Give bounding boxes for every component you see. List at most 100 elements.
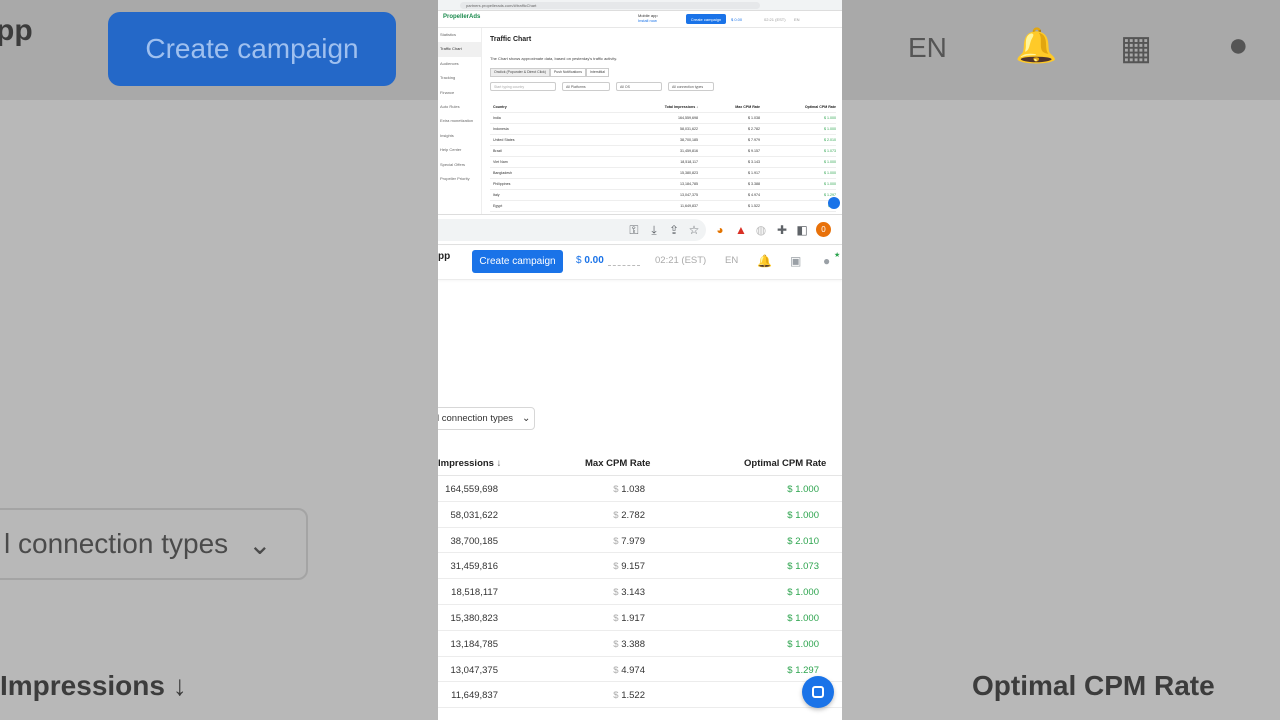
extension-shield-icon[interactable]: ◍ xyxy=(753,222,769,238)
table-header: Impressions ↓ Max CPM Rate Optimal CPM R… xyxy=(438,455,842,476)
install-icon[interactable]: ⤓ xyxy=(646,222,662,238)
mini-lang[interactable]: EN xyxy=(794,17,800,22)
cell-impressions: 15,380,823 xyxy=(450,612,498,624)
cell-max: $ 3.143 xyxy=(613,587,645,599)
cell-impressions: 11,649,837 xyxy=(451,690,498,702)
acrobat-icon[interactable]: ▲ xyxy=(733,222,749,238)
mini-sidebar-item[interactable]: Special Offers xyxy=(438,158,481,172)
cell-impressions: 18,518,117 xyxy=(451,587,498,599)
mini-connection-select[interactable]: All connection types xyxy=(668,82,714,91)
cell-max: $ 1.522 xyxy=(613,690,645,702)
side-panel-icon[interactable]: ◧ xyxy=(794,222,810,238)
mini-col-impressions[interactable]: Total Impressions ↓ xyxy=(610,105,698,109)
mini-table-row: Italy 13,047,375 $ 4.974 $ 1.297 xyxy=(490,190,836,201)
puzzle-icon[interactable]: ✚ xyxy=(774,222,790,238)
key-icon[interactable]: ⚿ xyxy=(626,222,642,238)
extension-icon[interactable]: ◕ xyxy=(712,222,728,238)
create-campaign-button[interactable]: Create campaign xyxy=(472,250,563,273)
clock: 02:21 (EST) xyxy=(655,255,707,266)
chat-icon xyxy=(812,686,824,698)
mini-table-row: Egypt 11,649,837 $ 1.522$ 1.0 xyxy=(490,201,836,212)
browser-toolbar: ⚿ ⤓ ⇪ ☆ ◕ ▲ ◍ ✚ ◧ 0 xyxy=(438,215,842,245)
mini-sidebar-item[interactable]: Audiences xyxy=(438,57,481,71)
mini-cell-impressions: 58,031,622 xyxy=(680,127,698,131)
connection-types-label: l connection types xyxy=(438,413,514,424)
mini-sidebar-item[interactable]: Statistics xyxy=(438,28,481,42)
mini-cell-optimal: $ 1.073 xyxy=(824,149,836,153)
mini-cell-country: Brazil xyxy=(493,149,502,153)
data-table: 164,559,698 $ 1.038 $ 1.000 58,031,622 $ 2.… xyxy=(438,476,842,709)
cell-optimal: $ 1.073 xyxy=(787,561,819,573)
mini-cell-max: $ 1.917 xyxy=(748,171,760,175)
user-icon[interactable]: ● xyxy=(823,254,830,268)
cell-impressions: 58,031,622 xyxy=(450,509,498,521)
mini-sidebar-item[interactable]: Traffic Chart xyxy=(438,42,481,57)
cell-optimal: $ 1.000 xyxy=(787,612,819,624)
video-frame: partners.propellerads.com/#/trafficChart… xyxy=(438,0,842,720)
mini-col-max: Max CPM Rate xyxy=(735,105,760,109)
cell-max: $ 1.917 xyxy=(613,612,645,624)
share-icon[interactable]: ⇪ xyxy=(666,222,682,238)
mini-sidebar-item[interactable]: Extra monetization xyxy=(438,114,481,128)
mini-cell-impressions: 13,047,375 xyxy=(680,193,698,197)
table-row: 11,649,837$ 1.522$ 1. xyxy=(438,682,842,709)
col-impressions[interactable]: Impressions ↓ xyxy=(438,458,501,469)
mini-filters: Start typing country All Platforms All O… xyxy=(490,82,714,91)
col-max-cpm: Max CPM Rate xyxy=(585,458,651,469)
cell-optimal: $ 1.000 xyxy=(787,587,819,599)
mini-cell-max: $ 9.157 xyxy=(748,149,760,153)
chat-button[interactable] xyxy=(802,676,834,708)
connection-types-select[interactable]: l connection types ⌄ xyxy=(438,407,535,430)
mini-create-button[interactable]: Create campaign xyxy=(686,14,726,24)
mini-main: Traffic Chart The Chart shows approximat… xyxy=(490,28,840,214)
star-icon[interactable]: ☆ xyxy=(686,222,702,238)
mini-screen: partners.propellerads.com/#/trafficChart… xyxy=(438,0,842,215)
mini-sidebar-item[interactable]: Insights xyxy=(438,129,481,143)
mini-chat-button[interactable] xyxy=(828,197,840,209)
gift-icon[interactable]: ▣ xyxy=(790,254,801,268)
mini-cell-impressions: 13,184,785 xyxy=(680,182,698,186)
mini-country-input[interactable]: Start typing country xyxy=(490,82,556,91)
mini-tab[interactable]: Onclick (Popunder & Direct Click) xyxy=(490,68,550,77)
mini-cell-optimal: $ 1.000 xyxy=(824,127,836,131)
mini-cell-max: $ 1.038 xyxy=(748,116,760,120)
cell-optimal: $ 1.000 xyxy=(787,638,819,650)
mini-cell-country: Philippines xyxy=(493,182,511,186)
mini-os-select[interactable]: All OS xyxy=(616,82,662,91)
mini-sidebar-item[interactable]: Finance xyxy=(438,86,481,100)
app-logo[interactable]: pp xyxy=(438,251,450,262)
balance-underline xyxy=(608,265,640,266)
table-row: 13,047,375 $ 4.974 $ 1.297 xyxy=(438,657,842,683)
mini-tab[interactable]: Interstitial xyxy=(585,68,609,77)
mini-cell-optimal: $ 1.0 xyxy=(760,204,836,208)
mini-sidebar-item[interactable]: Tracking xyxy=(438,71,481,85)
mini-logo[interactable]: PropellerAds xyxy=(443,14,480,20)
balance-value: 0.00 xyxy=(584,255,604,266)
mini-address[interactable]: partners.propellerads.com/#/trafficChart xyxy=(460,2,760,9)
mini-sidebar-item[interactable]: Propeller Priority xyxy=(438,172,481,186)
mini-cell-optimal: $ 1.000 xyxy=(824,160,836,164)
mini-cell-optimal: $ 1.297 xyxy=(824,193,836,197)
mini-cell-optimal: $ 1.000 xyxy=(824,171,836,175)
mini-cell-impressions: 164,559,698 xyxy=(678,116,698,120)
cell-impressions: 13,047,375 xyxy=(450,664,498,676)
mini-table-row: Philippines 13,184,785 $ 3.388 $ 1.000 xyxy=(490,179,836,190)
background-chevron-down-icon: ⌄ xyxy=(248,528,272,560)
mini-balance: $ 0.00 xyxy=(731,17,743,22)
mini-cell-impressions: 15,380,823 xyxy=(680,171,698,175)
mini-mobile-app[interactable]: Mobile app Install now xyxy=(638,13,658,23)
cell-max: $ 1.038 xyxy=(613,484,645,495)
bell-icon[interactable]: 🔔 xyxy=(757,254,772,268)
mini-cell-max: $ 3.388 xyxy=(748,182,760,186)
balance[interactable]: $ 0.00 xyxy=(576,255,604,266)
mini-cell-max: $ 1.522 xyxy=(748,204,760,208)
mini-tab[interactable]: Push Notifications xyxy=(549,68,586,77)
mini-sidebar-item[interactable]: Help Center xyxy=(438,143,481,157)
background-create-button: Create campaign xyxy=(108,12,396,86)
language-switch[interactable]: EN xyxy=(725,255,738,266)
cell-max: $ 4.974 xyxy=(613,664,645,676)
mini-sidebar-item[interactable]: Auto Rules xyxy=(438,100,481,114)
profile-avatar[interactable]: 0 xyxy=(816,222,831,237)
mini-platform-select[interactable]: All Platforms xyxy=(562,82,610,91)
background-connection-select: l connection types ⌄ xyxy=(0,508,308,580)
